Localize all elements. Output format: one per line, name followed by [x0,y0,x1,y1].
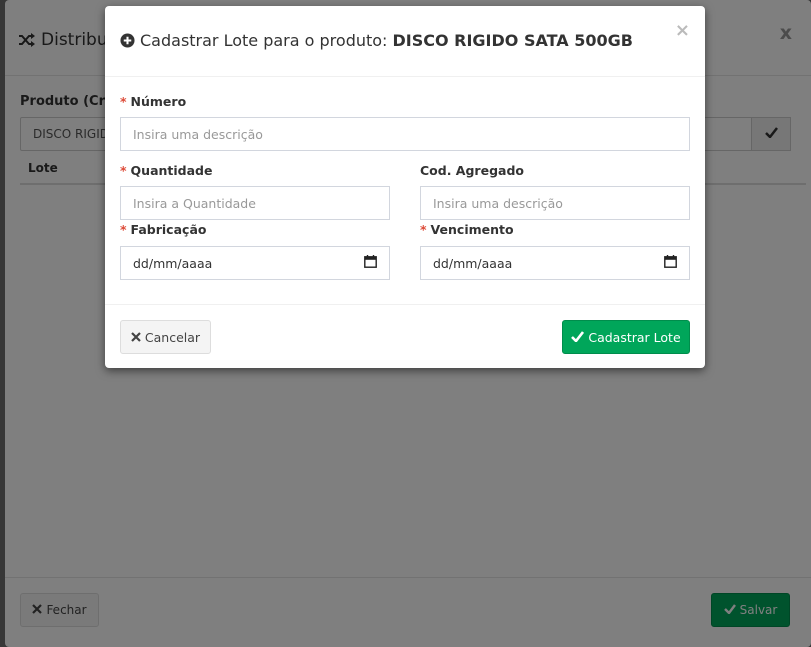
cancel-label: Cancelar [144,329,201,345]
cadastrar-lote-button[interactable]: Cadastrar Lote [562,320,690,354]
close-icon[interactable]: × [675,20,690,41]
fabricacao-label: * Fabricação [120,222,206,237]
cadastrar-lote-label: Cadastrar Lote [588,329,681,345]
required-mark: * [420,222,427,237]
cod-agregado-label: Cod. Agregado [420,163,524,178]
fabricacao-date-input[interactable]: dd/mm/aaaa [120,246,390,280]
quantidade-label-text: Quantidade [130,163,213,178]
modal-title-prefix: Cadastrar Lote para o produto: [140,31,388,50]
modal-title-product: DISCO RIGIDO SATA 500GB [392,31,633,50]
cod-agregado-label-text: Cod. Agregado [420,163,524,178]
modal-header: Cadastrar Lote para o produto: DISCO RIG… [105,6,705,77]
calendar-icon[interactable] [364,255,377,271]
plus-circle-icon [120,33,135,48]
vencimento-date-value: dd/mm/aaaa [433,255,513,271]
cancel-button[interactable]: Cancelar [120,320,211,354]
numero-input[interactable]: Insira uma descrição [120,117,690,151]
required-mark: * [120,163,127,178]
calendar-icon[interactable] [664,255,677,271]
required-mark: * [120,222,127,237]
modal-title: Cadastrar Lote para o produto: DISCO RIG… [120,31,633,50]
cod-agregado-input[interactable]: Insira uma descrição [420,186,690,220]
vencimento-date-input[interactable]: dd/mm/aaaa [420,246,690,280]
cadastrar-lote-modal: Cadastrar Lote para o produto: DISCO RIG… [105,6,705,368]
vencimento-label: * Vencimento [420,222,514,237]
quantidade-input[interactable]: Insira a Quantidade [120,186,390,220]
fabricacao-label-text: Fabricação [130,222,207,237]
fabricacao-date-value: dd/mm/aaaa [133,255,213,271]
quantidade-label: * Quantidade [120,163,212,178]
vencimento-label-text: Vencimento [430,222,514,237]
check-icon [571,330,585,345]
numero-label: * Número [120,94,186,109]
numero-label-text: Número [130,94,187,109]
required-mark: * [120,94,127,109]
times-icon [131,330,141,345]
